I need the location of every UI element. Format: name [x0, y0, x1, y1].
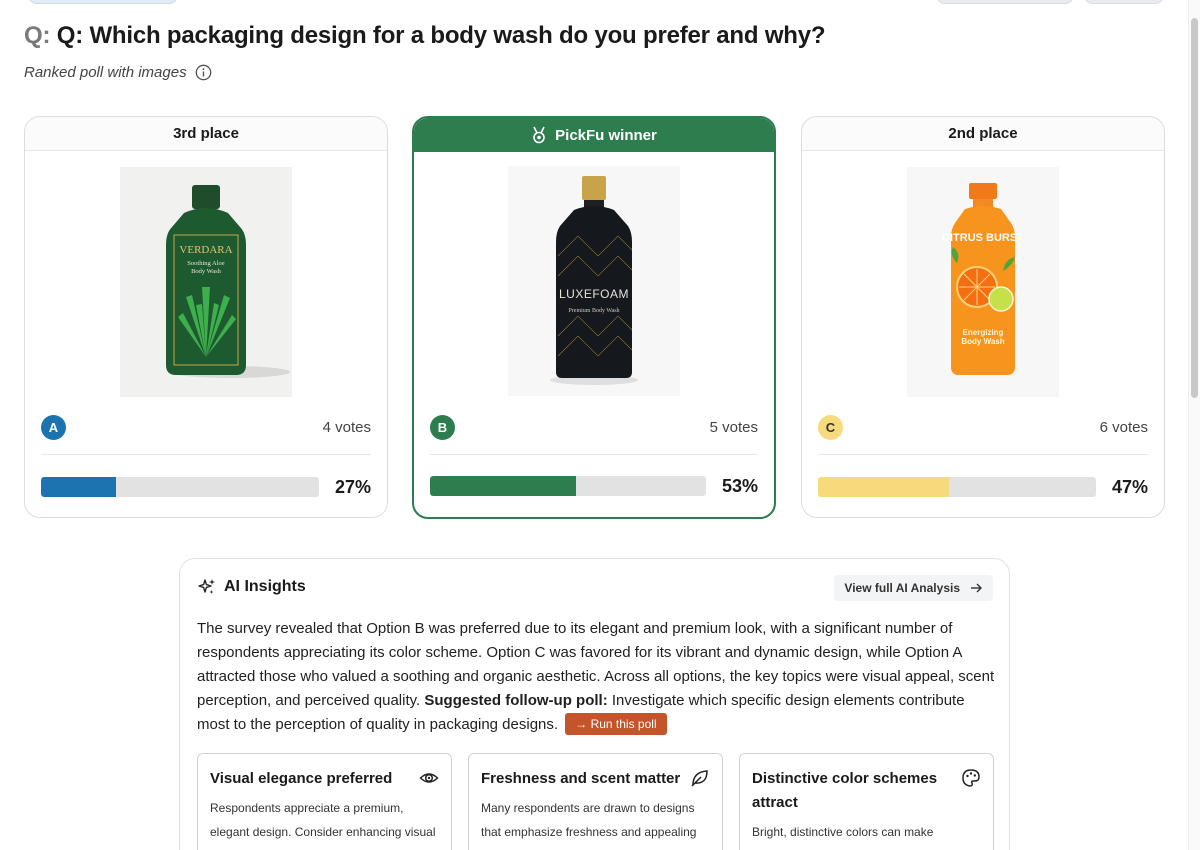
question-prefix: Q: [24, 22, 51, 49]
ai-insights-header: AI Insights [198, 578, 306, 596]
option-card-b[interactable]: PickFu winner LUXEFOAM Premium Body Wash… [412, 116, 776, 519]
ai-insights-body: The survey revealed that Option B was pr… [197, 617, 997, 737]
divider [41, 454, 371, 455]
insight-card-title: Visual elegance preferred [210, 770, 393, 787]
ai-insights-panel: AI Insights View full AI Analysis The su… [179, 558, 1010, 850]
bottle-brand-b: LUXEFOAM [559, 287, 629, 301]
option-card-c[interactable]: 2nd place CITRUS BURST Energizing Body W… [801, 116, 1165, 518]
result-bar-row: 53% [430, 474, 758, 498]
scrollbar[interactable] [1188, 0, 1200, 850]
option-image-c[interactable]: CITRUS BURST Energizing Body Wash [907, 167, 1059, 397]
percent-label: 47% [1111, 476, 1148, 497]
vote-row: C 6 votes [818, 413, 1148, 441]
percent-label: 27% [334, 476, 371, 497]
poll-type-label: Ranked poll with images [24, 64, 187, 81]
bottle-line2-c: Body Wash [961, 337, 1004, 346]
followup-label: Suggested follow-up poll: [424, 692, 608, 709]
ai-insights-title: AI Insights [224, 578, 306, 595]
palette-icon [961, 768, 981, 788]
option-letter-badge: A [41, 414, 66, 440]
insight-card-text: Respondents appreciate a premium, elegan… [210, 801, 436, 839]
option-card-a[interactable]: 3rd place VERDARA Soothing Aloe Body Was… [24, 116, 388, 518]
run-this-poll-button[interactable]: → Run this poll [565, 713, 667, 735]
bottle-line1-b: Premium Body Wash [568, 308, 619, 314]
insight-card-freshness: Freshness and scent matter Many responde… [468, 753, 723, 850]
bottle-brand-c: CITRUS BURST [942, 232, 1024, 244]
arrow-right-icon [970, 582, 983, 594]
progress-fill [41, 477, 117, 497]
card-header-winner: PickFu winner [414, 118, 774, 152]
result-bar-row: 47% [818, 475, 1148, 499]
vote-count: 4 votes [322, 418, 371, 436]
option-image-a[interactable]: VERDARA Soothing Aloe Body Wash [120, 167, 292, 397]
winner-label: PickFu winner [555, 126, 657, 144]
medal-icon [531, 126, 547, 144]
scrollbar-thumb[interactable] [1191, 18, 1198, 398]
top-action-chip[interactable] [936, 0, 1074, 4]
insight-card-visual-elegance: Visual elegance preferred Respondents ap… [197, 753, 452, 850]
insight-card-text: Many respondents are drawn to designs th… [481, 801, 697, 839]
leaf-icon [690, 768, 710, 788]
progress-fill [818, 477, 949, 497]
insight-card-text: Bright, distinctive colors can make [752, 825, 934, 839]
bottle-line1-a: Soothing Aloe [187, 260, 224, 267]
eye-icon [419, 768, 439, 788]
bottle-line2-a: Body Wash [191, 268, 222, 275]
sparkle-icon [198, 578, 216, 596]
percent-label: 53% [721, 475, 758, 496]
bottle-brand-a: VERDARA [179, 244, 232, 256]
view-full-analysis-button[interactable]: View full AI Analysis [834, 575, 993, 601]
vote-count: 5 votes [709, 418, 758, 436]
progress-track [818, 477, 1096, 497]
top-chip[interactable] [28, 0, 178, 4]
insight-card-color-schemes: Distinctive color schemes attract Bright… [739, 753, 994, 850]
question-title: Q: Q: Which packaging design for a body … [24, 22, 826, 50]
insight-card-title: Distinctive color schemes attract [752, 770, 938, 811]
card-header: 2nd place [802, 117, 1164, 151]
progress-track [41, 477, 319, 497]
question-text: Q: Which packaging design for a body was… [56, 22, 826, 49]
option-letter-badge: B [430, 414, 455, 440]
bottle-line1-c: Energizing [963, 328, 1004, 337]
vote-count: 6 votes [1099, 418, 1148, 436]
info-icon[interactable] [195, 64, 212, 81]
insight-card-title: Freshness and scent matter [481, 770, 681, 787]
vote-row: B 5 votes [430, 413, 758, 441]
divider [818, 454, 1148, 455]
option-letter-badge: C [818, 414, 843, 440]
option-image-b[interactable]: LUXEFOAM Premium Body Wash [508, 166, 680, 396]
divider [430, 454, 758, 455]
card-header: 3rd place [25, 117, 387, 151]
top-action-chip-2[interactable] [1084, 0, 1164, 4]
result-bar-row: 27% [41, 475, 371, 499]
view-full-label: View full AI Analysis [844, 581, 960, 595]
progress-fill [430, 476, 577, 496]
vote-row: A 4 votes [41, 413, 371, 441]
progress-track [430, 476, 706, 496]
poll-type: Ranked poll with images [24, 64, 212, 81]
